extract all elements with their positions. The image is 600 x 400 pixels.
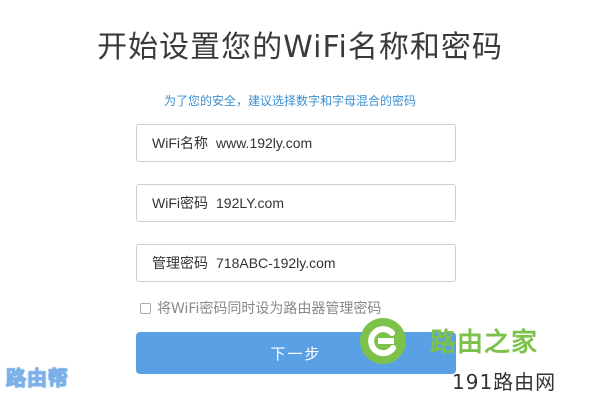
watermark-site: 191路由网 xyxy=(452,370,557,394)
admin-password-value: 718ABC-192ly.com xyxy=(216,255,336,271)
watermark-left: 路由帮 xyxy=(6,366,69,391)
security-hint: 为了您的安全，建议选择数字和字母混合的密码 xyxy=(163,94,416,108)
same-password-checkbox[interactable] xyxy=(140,302,151,314)
same-password-label: 将WiFi密码同时设为路由器管理密码 xyxy=(157,301,382,317)
wifi-name-value: www.192ly.com xyxy=(216,135,313,151)
admin-password-label: 管理密码 xyxy=(152,255,208,271)
wifi-name-label: WiFi名称 xyxy=(152,135,208,151)
next-button[interactable]: 下一步 xyxy=(136,332,456,374)
wifi-password-value: 192LY.com xyxy=(216,195,284,211)
wifi-password-field[interactable]: WiFi密码 192LY.com xyxy=(136,184,456,222)
wifi-password-label: WiFi密码 xyxy=(152,195,208,211)
same-password-option[interactable]: 将WiFi密码同时设为路由器管理密码 xyxy=(140,298,381,318)
wifi-name-field[interactable]: WiFi名称 www.192ly.com xyxy=(136,124,456,162)
page-title: 开始设置您的WiFi名称和密码 xyxy=(97,30,503,65)
admin-password-field[interactable]: 管理密码 718ABC-192ly.com xyxy=(136,244,456,282)
watermark-brand: 路由之家 xyxy=(430,328,539,358)
brand-logo-icon xyxy=(360,318,406,364)
